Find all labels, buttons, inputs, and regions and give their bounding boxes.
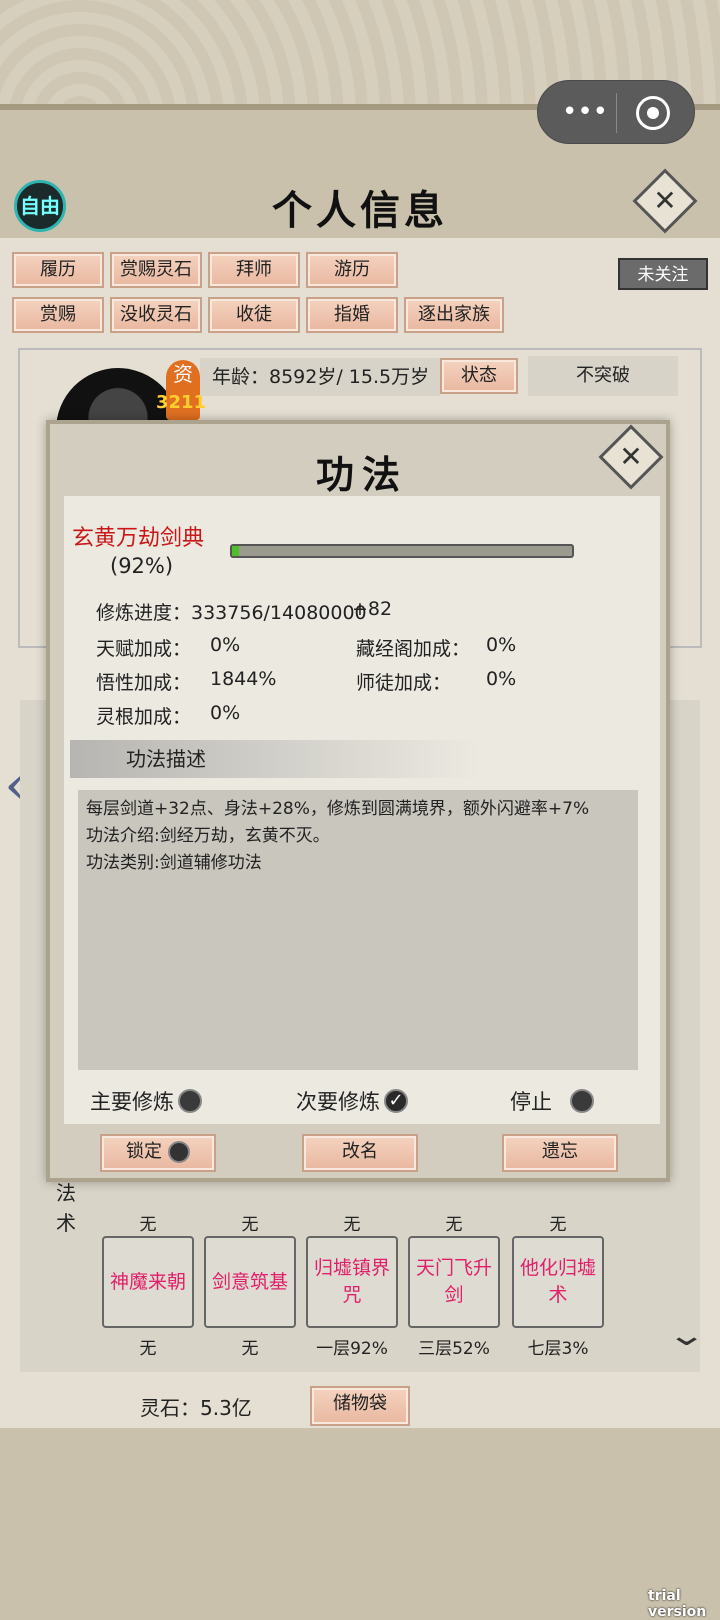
apprentice-to-button[interactable]: 拜师 bbox=[208, 252, 300, 288]
forget-button[interactable]: 遗忘 bbox=[502, 1134, 618, 1172]
skill-level: 无 bbox=[241, 1215, 259, 1235]
secondary-cultivate-option[interactable]: 次要修炼 ✓ bbox=[296, 1086, 408, 1116]
description-line: 功法类别:剑道辅修功法 bbox=[86, 853, 262, 873]
expel-button[interactable]: 逐出家族 bbox=[404, 297, 504, 333]
close-miniapp-icon[interactable] bbox=[636, 96, 670, 130]
mentor-bonus-value: 0% bbox=[486, 668, 517, 690]
close-icon: ✕ bbox=[619, 440, 643, 473]
skill-level: 无 bbox=[241, 1339, 259, 1359]
description-heading: 功法描述 bbox=[70, 740, 480, 778]
description-line: 每层剑道+32点、身法+28%，修炼到圆满境界，额外闪避率+7% bbox=[86, 799, 590, 819]
skill-tile-tahua[interactable]: 他化归墟术 bbox=[512, 1236, 604, 1328]
status-button[interactable]: 状态 bbox=[440, 358, 518, 394]
main-cultivate-option[interactable]: 主要修炼 bbox=[90, 1086, 202, 1116]
watermark: trial version bbox=[648, 1588, 707, 1620]
stop-label: 停止 bbox=[510, 1090, 552, 1114]
modal-title: 功法 bbox=[315, 452, 408, 497]
lock-button[interactable]: 锁定 bbox=[100, 1134, 216, 1172]
confiscate-stones-button[interactable]: 没收灵石 bbox=[110, 297, 202, 333]
arrange-marriage-button[interactable]: 指婚 bbox=[306, 297, 398, 333]
take-disciple-button[interactable]: 收徒 bbox=[208, 297, 300, 333]
skill-level: 一层92% bbox=[316, 1339, 388, 1359]
description-line: 功法介绍:剑经万劫，玄黄不灭。 bbox=[86, 826, 330, 846]
description-box: 每层剑道+32点、身法+28%，修炼到圆满境界，额外闪避率+7% 功法介绍:剑经… bbox=[78, 790, 638, 1070]
toggle-icon bbox=[168, 1141, 190, 1163]
skill-tile-guixu[interactable]: 归墟镇界咒 bbox=[306, 1236, 398, 1328]
free-badge[interactable]: 自由 bbox=[14, 180, 66, 232]
stop-option[interactable]: 停止 bbox=[510, 1086, 594, 1116]
aptitude-value: 3211 bbox=[156, 392, 207, 413]
skill-level: 三层52% bbox=[418, 1339, 490, 1359]
secondary-cultivate-label: 次要修炼 bbox=[296, 1090, 380, 1114]
mentor-bonus-label: 师徒加成： bbox=[356, 672, 452, 694]
root-bonus-value: 0% bbox=[210, 702, 241, 724]
close-button[interactable]: ✕ bbox=[632, 168, 698, 234]
history-button[interactable]: 履历 bbox=[12, 252, 104, 288]
breakthrough-toggle[interactable]: 不突破 bbox=[528, 356, 678, 396]
cultivation-progress-overlap: +82 bbox=[352, 598, 393, 620]
technique-name: 玄黄万劫剑典 bbox=[72, 526, 205, 551]
technique-percent: (92%) bbox=[110, 554, 174, 578]
skill-tile-jianyi[interactable]: 剑意筑基 bbox=[204, 1236, 296, 1328]
spirit-stones-count: 灵石：5.3亿 bbox=[140, 1396, 252, 1420]
close-icon: ✕ bbox=[653, 184, 677, 217]
radio-icon[interactable] bbox=[570, 1089, 594, 1113]
technique-progress-bar bbox=[230, 544, 574, 558]
follow-button[interactable]: 未关注 bbox=[618, 258, 708, 290]
comprehension-bonus-value: 1844% bbox=[210, 668, 277, 690]
library-bonus-value: 0% bbox=[486, 634, 517, 656]
skill-tile-shenmo[interactable]: 神魔来朝 bbox=[102, 1236, 194, 1328]
more-menu-icon[interactable]: ••• bbox=[560, 97, 610, 127]
miniapp-capsule[interactable]: ••• bbox=[537, 80, 695, 144]
skill-section-label: 法术 bbox=[56, 1181, 76, 1235]
rename-button[interactable]: 改名 bbox=[302, 1134, 418, 1172]
reward-stones-button[interactable]: 赏赐灵石 bbox=[110, 252, 202, 288]
travel-button[interactable]: 游历 bbox=[306, 252, 398, 288]
progress-fill bbox=[232, 546, 239, 556]
age-field: 年龄：8592岁/ 15.5万岁 bbox=[200, 358, 440, 396]
skill-level: 无 bbox=[139, 1339, 157, 1359]
talent-bonus-value: 0% bbox=[210, 634, 241, 656]
skill-level: 无 bbox=[139, 1215, 157, 1235]
cultivation-progress: 修炼进度：333756/14080000 bbox=[96, 602, 367, 624]
skill-tile-tianmen[interactable]: 天门飞升剑 bbox=[408, 1236, 500, 1328]
lock-label: 锁定 bbox=[126, 1141, 162, 1162]
comprehension-bonus-label: 悟性加成： bbox=[96, 672, 192, 694]
reward-button[interactable]: 赏赐 bbox=[12, 297, 104, 333]
skill-level: 七层3% bbox=[527, 1339, 589, 1359]
library-bonus-label: 藏经阁加成： bbox=[356, 638, 471, 660]
skill-level: 无 bbox=[445, 1215, 463, 1235]
page-title: 个人信息 bbox=[272, 187, 448, 234]
root-bonus-label: 灵根加成： bbox=[96, 706, 192, 728]
capsule-divider bbox=[616, 93, 617, 133]
checkmark-icon[interactable]: ✓ bbox=[384, 1089, 408, 1113]
chevron-down-icon[interactable]: ⌄ bbox=[666, 1318, 706, 1353]
skill-level: 无 bbox=[343, 1215, 361, 1235]
storage-bag-button[interactable]: 储物袋 bbox=[310, 1386, 410, 1426]
main-cultivate-label: 主要修炼 bbox=[90, 1090, 174, 1114]
talent-bonus-label: 天赋加成： bbox=[96, 638, 192, 660]
skill-level: 无 bbox=[549, 1215, 567, 1235]
radio-icon[interactable] bbox=[178, 1089, 202, 1113]
